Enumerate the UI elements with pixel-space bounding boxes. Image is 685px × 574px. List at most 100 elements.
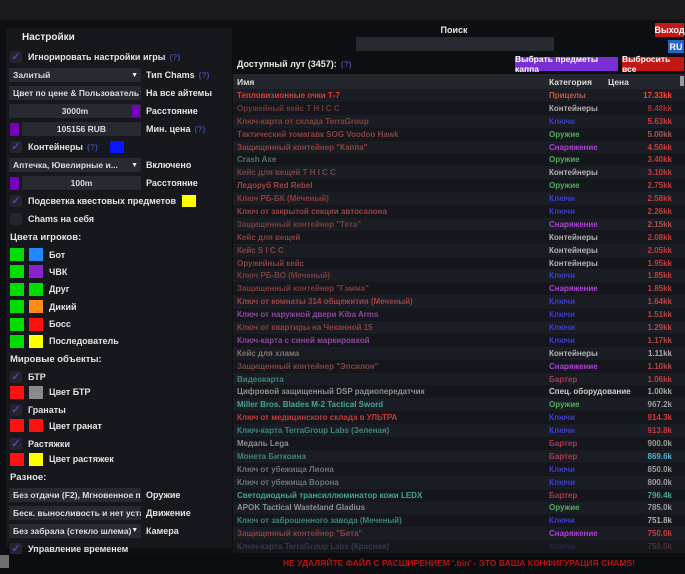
time-control-checkbox[interactable]: ✓ xyxy=(10,543,22,555)
container-filter-select[interactable]: Аптечка, Ювелирные и... ▼ xyxy=(9,158,141,172)
help-hint[interactable]: (?) xyxy=(341,59,352,69)
quest-highlight-checkbox[interactable]: ✓ xyxy=(10,195,22,207)
color-swatch[interactable] xyxy=(110,141,124,153)
table-row[interactable]: Ключ РБ-ВО (Меченый) Ключи 1.85kk xyxy=(233,269,685,282)
color-swatch[interactable] xyxy=(29,248,43,261)
table-row[interactable]: Ключ от медицинского склада в УЛЬТРА Клю… xyxy=(233,411,685,424)
table-row[interactable]: Ключ-карта от склада TerraGroup Ключи 5.… xyxy=(233,115,685,128)
color-swatch[interactable] xyxy=(182,195,196,207)
table-row[interactable]: Защищенный контейнер "Гамма" Снаряжение … xyxy=(233,282,685,295)
help-hint[interactable]: (?) xyxy=(194,124,205,134)
containers-checkbox[interactable]: ✓ xyxy=(10,141,22,153)
language-button[interactable]: RU xyxy=(668,40,684,53)
weapon-label: Оружие xyxy=(146,490,180,500)
table-row[interactable]: Тепловизионные очки Т-7 Прицелы 17.33kk xyxy=(233,89,685,102)
table-row[interactable]: Цифровой защищенный DSP радиопередатчик … xyxy=(233,385,685,398)
color-swatch[interactable] xyxy=(29,300,43,313)
settings-panel: Настройки ✓ Игнорировать настройки игры … xyxy=(6,28,232,548)
table-row[interactable]: Монета Биткоина Бартер 869.6k xyxy=(233,450,685,463)
select-kappa-items-button[interactable]: Выбрать предметы каппа xyxy=(515,57,618,71)
table-row[interactable]: Miller Bros. Blades M-2 Tactical Sword О… xyxy=(233,398,685,411)
table-row[interactable]: Защищенный контейнер "Каппа" Снаряжение … xyxy=(233,141,685,154)
table-row[interactable]: Ледоруб Red Rebel Оружие 2.75kk xyxy=(233,179,685,192)
color-swatch[interactable] xyxy=(29,419,43,432)
chevron-down-icon: ▼ xyxy=(131,72,138,79)
table-row[interactable]: Ключ-карта с синей маркировкой Ключи 1.1… xyxy=(233,334,685,347)
movement-select[interactable]: Беск. выносливость и нет уста ▼ xyxy=(9,506,141,520)
table-row[interactable]: Защищенный контейнер "Тета" Снаряжение 2… xyxy=(233,218,685,231)
table-row[interactable]: Тактический томагавк SOG Voodoo Hawk Ору… xyxy=(233,128,685,141)
table-row[interactable]: APOK Tactical Wasteland Gladius Оружие 7… xyxy=(233,502,685,515)
ignore-game-settings-checkbox[interactable]: ✓ xyxy=(10,51,22,63)
color-swatch[interactable] xyxy=(132,105,140,117)
min-price-input[interactable]: 105156 RUB xyxy=(22,122,141,136)
player-color-row: Дикий xyxy=(9,300,232,313)
container-distance-input[interactable]: 100m xyxy=(22,176,141,190)
tripwire-color-label: Цвет растяжек xyxy=(49,454,114,464)
table-row[interactable]: Светодиодный трансиллюминатор кожи LEDX … xyxy=(233,489,685,502)
table-row[interactable]: Кейс для вещей T H I C C Контейнеры 3.10… xyxy=(233,166,685,179)
color-swatch[interactable] xyxy=(10,265,24,278)
table-row[interactable]: Оружейный кейс T H I C C Контейнеры 8.48… xyxy=(233,102,685,115)
table-row[interactable]: Кейс S I C C Контейнеры 2.05kk xyxy=(233,244,685,257)
color-swatch[interactable] xyxy=(10,248,24,261)
window-titlebar[interactable] xyxy=(0,0,685,20)
search-input[interactable] xyxy=(356,37,554,51)
column-header-name[interactable]: Имя xyxy=(233,77,549,87)
camera-select[interactable]: Без забрала (стекло шлема) ▼ xyxy=(9,524,141,538)
color-swatch[interactable] xyxy=(10,386,24,399)
table-row[interactable]: Ключ от квартиры на Чеканной 15 Ключи 1.… xyxy=(233,321,685,334)
color-swatch[interactable] xyxy=(10,318,24,331)
help-hint[interactable]: (?) xyxy=(169,52,180,62)
color-swatch[interactable] xyxy=(10,283,24,296)
table-row[interactable]: Ключ от комнаты 314 общежития (Меченый) … xyxy=(233,295,685,308)
table-row[interactable]: Видеокарта Бартер 1.06kk xyxy=(233,373,685,386)
color-swatch[interactable] xyxy=(29,283,43,296)
color-swatch[interactable] xyxy=(10,123,19,136)
table-row[interactable]: Защищенный контейнер "Эпсилон" Снаряжени… xyxy=(233,360,685,373)
table-row[interactable]: Ключ-карта TerraGroup Labs (Зеленая) Клю… xyxy=(233,424,685,437)
color-swatch[interactable] xyxy=(10,177,19,190)
quest-highlight-row: ✓ Подсветка квестовых предметов xyxy=(9,194,232,208)
table-row[interactable]: Кейс для вещей Контейнеры 2.08kk xyxy=(233,231,685,244)
item-name: Оружейный кейс xyxy=(233,259,549,268)
grenades-checkbox[interactable]: ✓ xyxy=(10,404,22,416)
table-row[interactable]: Ключ РБ-БК (Меченый) Ключи 2.58kk xyxy=(233,192,685,205)
weapon-select[interactable]: Без отдачи (F2), Мгновенное п ▼ xyxy=(9,488,141,502)
chams-type-select[interactable]: Залитый ▼ xyxy=(9,68,141,82)
item-category: Контейнеры xyxy=(549,168,608,177)
table-row[interactable]: Медаль Lega Бартер 900.0k xyxy=(233,437,685,450)
color-swatch[interactable] xyxy=(29,453,43,466)
color-swatch[interactable] xyxy=(29,335,43,348)
color-swatch[interactable] xyxy=(29,318,43,331)
help-hint[interactable]: (?) xyxy=(199,70,210,80)
table-row[interactable]: Ключ-карта TerraGroup Labs (Красная) Клю… xyxy=(233,540,685,553)
table-row[interactable]: Crash Axe Оружие 3.40kk xyxy=(233,153,685,166)
exit-button[interactable]: Выход xyxy=(655,23,684,37)
table-row[interactable]: Оружейный кейс Контейнеры 1.95kk xyxy=(233,257,685,270)
color-swatch[interactable] xyxy=(29,386,43,399)
table-row[interactable]: Ключ от наружной двери Kiba Arms Ключи 1… xyxy=(233,308,685,321)
table-row[interactable]: Ключ от убежища Лиона Ключи 850.0k xyxy=(233,463,685,476)
color-swatch[interactable] xyxy=(10,335,24,348)
column-header-category[interactable]: Категория xyxy=(549,77,608,87)
distance-input[interactable]: 3000m xyxy=(9,104,141,118)
btr-checkbox[interactable]: ✓ xyxy=(10,371,22,383)
color-swatch[interactable] xyxy=(10,300,24,313)
scrollbar-thumb[interactable] xyxy=(680,76,684,86)
table-row[interactable]: Ключ от заброшенного завода (Меченый) Кл… xyxy=(233,514,685,527)
table-row[interactable]: Кейс для хлама Контейнеры 1.11kk xyxy=(233,347,685,360)
drop-all-button[interactable]: Выбросить все xyxy=(622,57,684,71)
item-category: Снаряжение xyxy=(549,362,608,371)
color-swatch[interactable] xyxy=(10,419,24,432)
color-swatch[interactable] xyxy=(29,265,43,278)
column-header-price[interactable]: Цена xyxy=(608,77,685,87)
all-items-select[interactable]: Цвет по цене & Пользователь ▼ xyxy=(9,86,141,100)
help-hint[interactable]: (?) xyxy=(87,142,98,152)
color-swatch[interactable] xyxy=(10,453,24,466)
table-row[interactable]: Ключ от закрытой секции автосалона Ключи… xyxy=(233,205,685,218)
table-row[interactable]: Защищенный контейнер "Бета" Снаряжение 7… xyxy=(233,527,685,540)
table-row[interactable]: Ключ от убежища Ворона Ключи 800.0k xyxy=(233,476,685,489)
self-chams-checkbox[interactable] xyxy=(10,213,22,225)
tripwires-checkbox[interactable]: ✓ xyxy=(10,438,22,450)
